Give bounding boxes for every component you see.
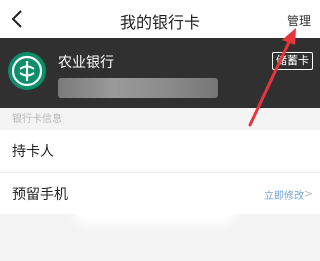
chevron-right-icon: > <box>303 187 313 200</box>
modify-now-link[interactable]: 立即修改 <box>264 187 304 202</box>
bank-card[interactable]: 农业银行 储蓄卡 <box>0 38 320 108</box>
card-type-badge: 储蓄卡 <box>272 52 313 70</box>
top-navigation-bar: 我的银行卡 管理 <box>0 0 320 38</box>
reserved-phone-label: 预留手机 <box>12 187 68 203</box>
redaction-blur <box>80 195 230 217</box>
card-number-redacted <box>58 78 218 98</box>
manage-button[interactable]: 管理 <box>287 12 311 29</box>
bank-name: 农业银行 <box>58 55 114 71</box>
list-item-cardholder[interactable]: 持卡人 <box>0 130 320 172</box>
section-header: 银行卡信息 <box>0 108 320 126</box>
cardholder-label: 持卡人 <box>12 144 54 160</box>
abc-bank-logo-icon <box>8 52 46 90</box>
section-title: 银行卡信息 <box>12 114 62 125</box>
page-title: 我的银行卡 <box>119 13 200 32</box>
